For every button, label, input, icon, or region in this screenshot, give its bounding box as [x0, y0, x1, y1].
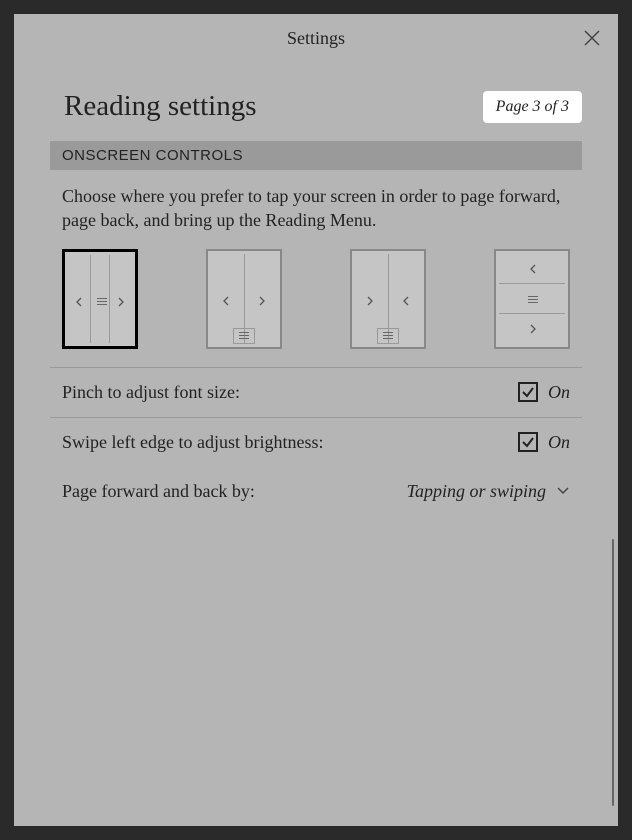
page-indicator: Page 3 of 3 [483, 91, 582, 123]
checkbox-icon [518, 382, 538, 402]
chevron-right-icon [528, 324, 538, 334]
menu-icon [233, 328, 255, 344]
close-button[interactable] [582, 28, 602, 48]
layout-options [50, 249, 582, 367]
menu-icon [377, 328, 399, 344]
pinch-toggle[interactable]: On [518, 382, 570, 403]
setting-label: Swipe left edge to adjust brightness: [62, 432, 323, 453]
layout-option-3[interactable] [350, 249, 426, 349]
modal-title: Settings [287, 28, 345, 49]
chevron-right-icon [116, 297, 126, 307]
layout-option-2[interactable] [206, 249, 282, 349]
section-header: ONSCREEN CONTROLS [50, 141, 582, 170]
swipe-toggle[interactable]: On [518, 432, 570, 453]
content-area: Reading settings Page 3 of 3 ONSCREEN CO… [14, 62, 618, 826]
check-icon [521, 385, 535, 399]
setting-pageforward: Page forward and back by: Tapping or swi… [50, 467, 582, 516]
scrollbar[interactable] [612, 212, 614, 806]
chevron-left-icon [221, 296, 231, 306]
chevron-left-icon [528, 264, 538, 274]
check-icon [521, 435, 535, 449]
setting-label: Pinch to adjust font size: [62, 382, 240, 403]
menu-icon [528, 296, 538, 304]
section-description: Choose where you prefer to tap your scre… [50, 170, 582, 249]
setting-swipe: Swipe left edge to adjust brightness: On [50, 417, 582, 467]
chevron-right-icon [257, 296, 267, 306]
layout-option-1[interactable] [62, 249, 138, 349]
page-title: Reading settings [64, 90, 257, 123]
modal-header: Settings [14, 14, 618, 62]
setting-label: Page forward and back by: [62, 481, 255, 502]
chevron-down-icon [556, 486, 570, 496]
checkbox-icon [518, 432, 538, 452]
setting-pinch: Pinch to adjust font size: On [50, 367, 582, 417]
layout-option-4[interactable] [494, 249, 570, 349]
pageforward-dropdown[interactable]: Tapping or swiping [407, 481, 570, 502]
title-row: Reading settings Page 3 of 3 [64, 62, 582, 141]
menu-icon [97, 298, 107, 306]
toggle-state: On [548, 432, 570, 453]
dropdown-value: Tapping or swiping [407, 481, 546, 502]
toggle-state: On [548, 382, 570, 403]
close-icon [582, 28, 602, 48]
chevron-right-icon [365, 296, 375, 306]
scrollbar-thumb[interactable] [612, 539, 614, 806]
chevron-left-icon [74, 297, 84, 307]
chevron-left-icon [401, 296, 411, 306]
settings-modal: Settings Reading settings Page 3 of 3 ON… [14, 14, 618, 826]
